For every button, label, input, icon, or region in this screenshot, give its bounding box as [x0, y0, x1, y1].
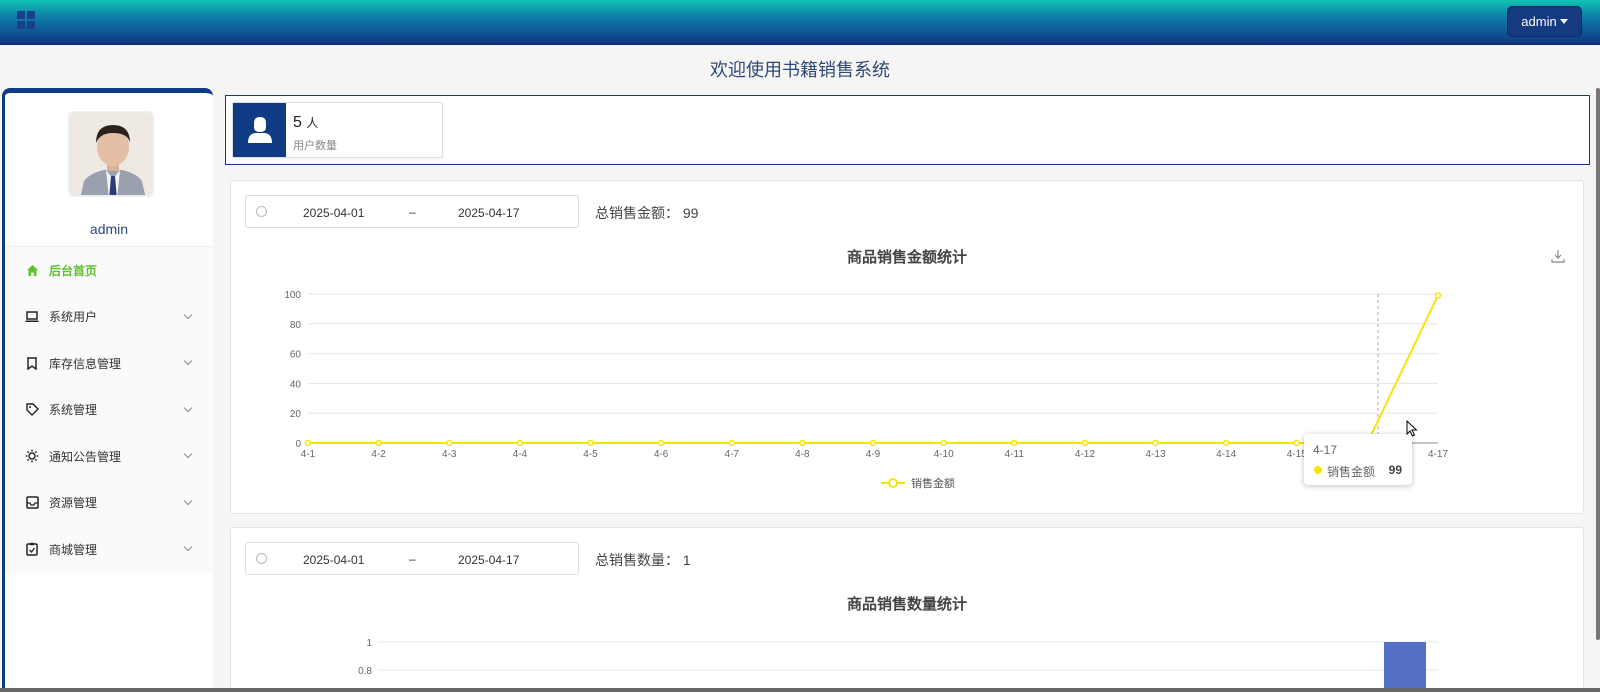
y-tick-label: 100: [284, 290, 301, 301]
bookmark-icon: [25, 356, 39, 370]
sidebar-item-system-management[interactable]: 系统管理: [5, 387, 213, 434]
y-tick-label: 80: [290, 320, 302, 331]
data-point: [1434, 292, 1442, 299]
sidebar-item-label: 后台首页: [49, 263, 98, 278]
x-tick-label: 4-9: [866, 449, 881, 460]
sidebar: admin 后台首页 系统用户 库存信息管理 系统管理 通知公告管理 资源管理 …: [2, 88, 213, 692]
x-tick-label: 4-13: [1145, 449, 1165, 460]
user-count-label: 用户数量: [293, 140, 337, 152]
user-menu-label: admin: [1521, 14, 1557, 29]
sidebar-item-home[interactable]: 后台首页: [5, 247, 213, 294]
data-point: [1152, 439, 1159, 447]
user-menu-button[interactable]: admin: [1507, 6, 1582, 37]
data-point: [375, 439, 382, 447]
data-point: [728, 439, 735, 447]
tag-icon: [25, 403, 39, 417]
data-point: [587, 439, 594, 447]
laptop-icon: [25, 310, 39, 324]
user-count-value: 5 人: [293, 114, 319, 131]
horizontal-scrollbar[interactable]: [0, 688, 1600, 692]
sales-quantity-panel: 2025-04-01 – 2025-04-17 总销售数量： 1 商品销售数量统…: [230, 527, 1584, 692]
data-point: [1011, 439, 1018, 447]
home-icon: [25, 263, 39, 277]
sidebar-item-resources[interactable]: 资源管理: [5, 480, 213, 527]
sun-icon: [25, 449, 39, 463]
chevron-down-icon: [183, 403, 193, 412]
data-point: [799, 439, 806, 447]
chevron-down-icon: [183, 310, 193, 319]
x-tick-label: 4-17: [1428, 449, 1448, 460]
data-point: [1293, 439, 1300, 447]
data-point: [657, 439, 665, 447]
stats-row: 5 人 用户数量: [225, 95, 1590, 165]
mouse-cursor-icon: [1406, 420, 1418, 437]
x-tick-label: 4-2: [371, 449, 386, 460]
data-point: [940, 439, 947, 447]
tooltip-series-name: 销售金额: [1327, 465, 1376, 479]
data-point: [516, 439, 524, 447]
sidebar-item-system-users[interactable]: 系统用户: [5, 294, 213, 341]
tooltip-value: 99: [1388, 463, 1402, 477]
y-tick-label: 40: [290, 379, 302, 390]
x-tick-label: 4-10: [934, 449, 954, 460]
x-tick-label: 4-14: [1216, 449, 1236, 460]
data-point: [869, 439, 877, 447]
inbox-icon: [25, 496, 39, 510]
apps-grid-icon[interactable]: [17, 11, 35, 29]
sidebar-item-mall[interactable]: 商城管理: [5, 526, 213, 573]
x-tick-label: 4-11: [1005, 449, 1025, 460]
sidebar-item-label: 商城管理: [49, 542, 98, 557]
top-bar: admin: [0, 0, 1600, 45]
sidebar-item-label: 资源管理: [49, 496, 98, 511]
x-tick-label: 4-6: [654, 449, 669, 460]
chevron-down-icon: [183, 496, 193, 505]
x-tick-label: 4-5: [583, 449, 598, 460]
page-title: 欢迎使用书籍销售系统: [710, 60, 890, 80]
user-count-card: 5 人 用户数量: [232, 102, 443, 158]
data-point: [446, 439, 453, 447]
data-point: [1081, 439, 1089, 447]
x-tick-label: 4-7: [725, 449, 740, 460]
chevron-down-icon: [183, 542, 193, 552]
data-point: [304, 439, 312, 447]
legend-label: 销售金额: [911, 476, 955, 490]
y-tick-label: 20: [290, 409, 302, 420]
chart-tooltip: 4-17 销售金额 99: [1304, 434, 1412, 485]
sidebar-item-inventory[interactable]: 库存信息管理: [5, 340, 213, 387]
sidebar-username: admin: [89, 221, 129, 237]
x-tick-label: 4-1: [301, 449, 316, 460]
chevron-down-icon: [183, 449, 193, 459]
x-tick-label: 4-4: [513, 449, 528, 460]
sidebar-item-label: 系统用户: [49, 310, 98, 325]
chevron-down-icon: [183, 356, 193, 366]
y-tick-label: 1: [366, 638, 372, 649]
tooltip-x-label: 4-17: [1313, 443, 1338, 457]
y-tick-label: 0.8: [358, 666, 372, 677]
avatar: [68, 111, 154, 197]
caret-down-icon: [1559, 19, 1568, 24]
bar: [1384, 642, 1426, 692]
page-scrollbar[interactable]: [1596, 88, 1600, 640]
x-tick-label: 4-3: [442, 449, 457, 460]
clipboard-icon: [25, 542, 39, 556]
sales-quantity-bar-chart: 10.8: [358, 638, 1438, 692]
series-line: [308, 295, 1439, 444]
data-point: [1222, 439, 1230, 447]
x-tick-label: 4-8: [795, 449, 810, 460]
tooltip-series-dot: [1314, 466, 1322, 474]
user-icon: [233, 103, 286, 157]
legend-marker: [888, 478, 898, 488]
sidebar-item-label: 库存信息管理: [49, 356, 122, 371]
x-tick-label: 4-12: [1075, 449, 1095, 460]
sidebar-item-label: 通知公告管理: [49, 449, 122, 464]
sidebar-menu: 后台首页 系统用户 库存信息管理 系统管理 通知公告管理 资源管理 商城管理: [5, 246, 213, 573]
sidebar-item-notices[interactable]: 通知公告管理: [5, 433, 213, 480]
sidebar-item-label: 系统管理: [49, 403, 98, 418]
y-tick-label: 60: [290, 350, 302, 361]
